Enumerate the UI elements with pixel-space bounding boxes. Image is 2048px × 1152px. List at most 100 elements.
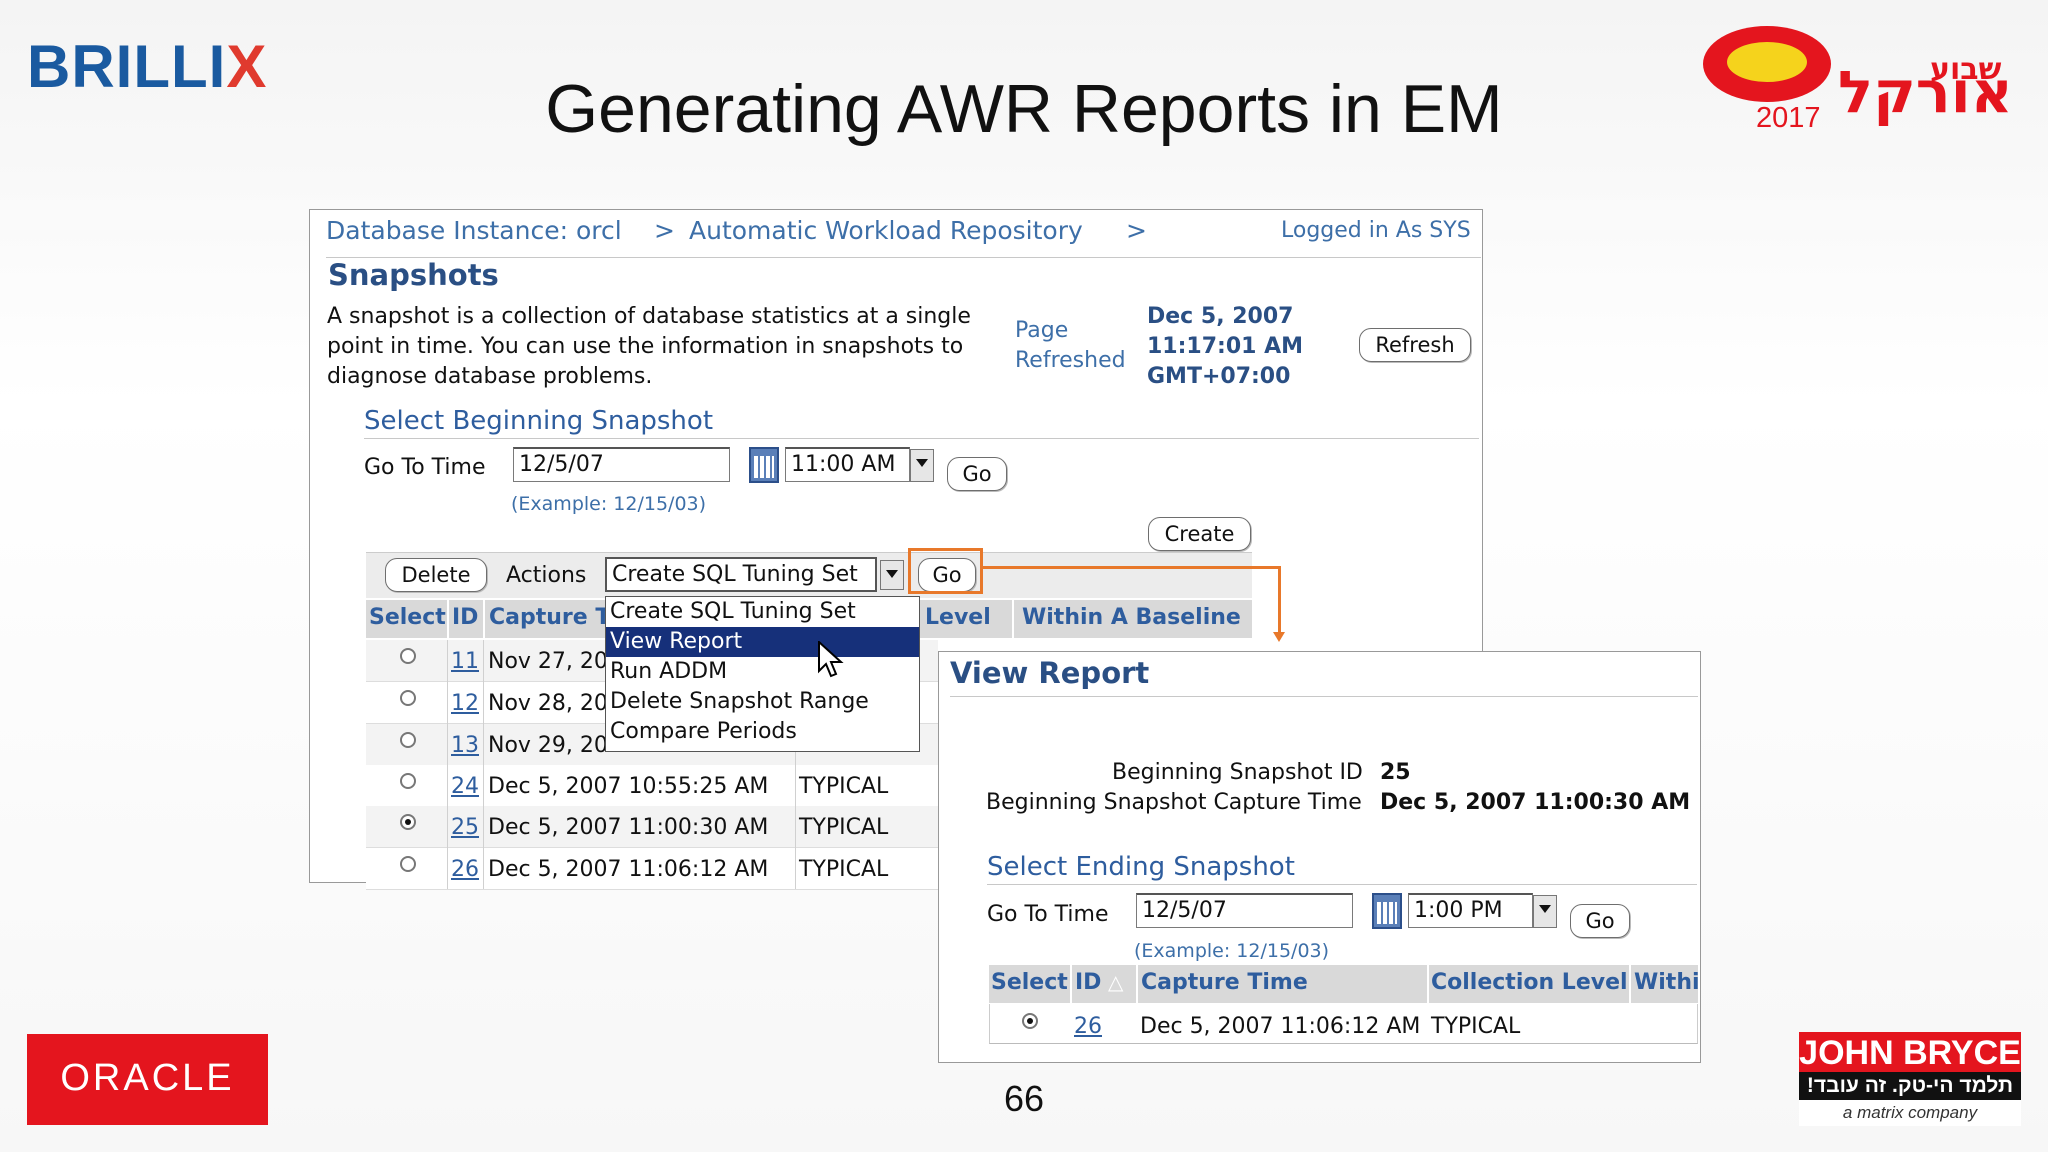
column-header: Select [991, 970, 1068, 995]
breadcrumb-database-instance[interactable]: Database Instance: orcl [326, 216, 622, 245]
calendar-icon[interactable] [1372, 893, 1402, 929]
column-header: Collection Level [1431, 970, 1628, 995]
description-line: point in time. You can use the informati… [327, 334, 964, 359]
snapshot-id-link[interactable]: 26 [1074, 1014, 1102, 1039]
divider [987, 884, 1697, 885]
refreshed-time: GMT+07:00 [1147, 364, 1291, 389]
capture-time: Dec 5, 2007 11:06:12 AM [1140, 1014, 1421, 1039]
column-separator [1136, 965, 1138, 1003]
mouse-cursor-icon [818, 641, 844, 678]
menu-item-run-addm[interactable]: Run ADDM [606, 657, 919, 687]
refreshed-time: 11:17:01 AM [1147, 334, 1304, 359]
slide-title: Generating AWR Reports in EM [545, 71, 1503, 147]
snapshot-id-link[interactable]: 11 [451, 649, 479, 674]
column-header: Level [925, 605, 991, 630]
column-header: Within A Baseline [1022, 605, 1241, 630]
column-header: Withi [1634, 970, 1700, 995]
collection-level: TYPICAL [799, 774, 889, 799]
time-select[interactable]: 11:00 AM [785, 447, 910, 482]
page-refreshed-label: Refreshed [1015, 348, 1126, 373]
column-separator [1012, 600, 1014, 638]
capture-time: Dec 5, 2007 11:00:30 AM [488, 815, 769, 840]
divider [950, 696, 1698, 697]
menu-item-create-sql-tuning-set[interactable]: Create SQL Tuning Set [606, 597, 919, 627]
snapshot-id-link[interactable]: 26 [451, 857, 479, 882]
capture-time: Nov 29, 20 [488, 733, 608, 758]
snapshot-id-link[interactable]: 25 [451, 815, 479, 840]
chevron-down-icon[interactable] [910, 449, 934, 482]
select-radio[interactable] [400, 690, 416, 706]
column-separator [1427, 965, 1429, 1003]
date-input[interactable]: 12/5/07 [513, 447, 730, 482]
chevron-down-icon[interactable] [880, 560, 904, 590]
logged-in-label: Logged in As SYS [1281, 218, 1471, 243]
menu-item-delete-snapshot-range[interactable]: Delete Snapshot Range [606, 687, 919, 717]
capture-time: Nov 27, 20 [488, 649, 608, 674]
column-separator [447, 600, 449, 638]
refreshed-time: Dec 5, 2007 [1147, 304, 1294, 329]
select-radio[interactable] [1022, 1013, 1038, 1029]
column-separator [483, 640, 484, 889]
select-radio[interactable] [400, 773, 416, 789]
begin-time-value: Dec 5, 2007 11:00:30 AM [1380, 790, 1691, 815]
section-title: Select Beginning Snapshot [364, 406, 714, 436]
arrow-down-icon [1273, 632, 1285, 642]
go-button[interactable]: Go [947, 457, 1007, 491]
breadcrumb-separator: > [1126, 216, 1147, 245]
column-separator [483, 600, 485, 638]
begin-time-label: Beginning Snapshot Capture Time [986, 790, 1362, 815]
refresh-button[interactable]: Refresh [1359, 328, 1471, 362]
description-line: diagnose database problems. [327, 364, 653, 389]
column-separator [1629, 965, 1631, 1003]
actions-label: Actions [506, 563, 587, 588]
column-separator [447, 640, 448, 889]
breadcrumb-separator: > [654, 216, 675, 245]
time-select[interactable]: 1:00 PM [1408, 893, 1533, 928]
highlight-box [908, 548, 983, 594]
collection-level: TYPICAL [1431, 1014, 1521, 1039]
collection-level: TYPICAL [799, 815, 889, 840]
select-radio[interactable] [400, 732, 416, 748]
select-radio[interactable] [400, 814, 416, 830]
section-title: Select Ending Snapshot [987, 852, 1295, 882]
example-hint: (Example: 12/15/03) [1134, 940, 1330, 962]
capture-time: Dec 5, 2007 11:06:12 AM [488, 857, 769, 882]
divider [364, 438, 1479, 439]
column-header: Capture T [489, 605, 611, 630]
go-button[interactable]: Go [1570, 904, 1630, 938]
actions-menu: Create SQL Tuning Set View Report Run AD… [605, 596, 920, 752]
snapshot-id-link[interactable]: 24 [451, 774, 479, 799]
actions-select[interactable]: Create SQL Tuning Set [605, 557, 877, 592]
page-number: 66 [1003, 1078, 1045, 1119]
chevron-down-icon[interactable] [1533, 895, 1557, 928]
connector-line [983, 566, 1281, 569]
example-hint: (Example: 12/15/03) [511, 493, 707, 515]
column-header: Capture Time [1141, 970, 1308, 995]
delete-button[interactable]: Delete [385, 558, 487, 592]
menu-item-view-report[interactable]: View Report [606, 627, 919, 657]
begin-id-label: Beginning Snapshot ID [1112, 760, 1363, 785]
column-header: ID [452, 605, 479, 630]
sort-ascending-icon[interactable]: △ [1108, 970, 1123, 994]
calendar-icon[interactable] [749, 447, 779, 483]
go-to-time-label: Go To Time [987, 902, 1109, 927]
column-header: Select [369, 605, 446, 630]
select-radio[interactable] [400, 856, 416, 872]
breadcrumb-awr[interactable]: Automatic Workload Repository [689, 216, 1083, 245]
collection-level: TYPICAL [799, 857, 889, 882]
page-refreshed-label: Page [1015, 318, 1069, 343]
capture-time: Nov 28, 20 [488, 691, 608, 716]
date-input[interactable]: 12/5/07 [1136, 893, 1353, 928]
create-button[interactable]: Create [1148, 517, 1251, 551]
description-line: A snapshot is a collection of database s… [327, 304, 971, 329]
select-radio[interactable] [400, 648, 416, 664]
divider [326, 257, 1481, 258]
capture-time: Dec 5, 2007 10:55:25 AM [488, 774, 769, 799]
snapshot-id-link[interactable]: 12 [451, 691, 479, 716]
begin-id-value: 25 [1380, 760, 1411, 785]
snapshot-id-link[interactable]: 13 [451, 733, 479, 758]
go-to-time-label: Go To Time [364, 455, 486, 480]
view-report-heading: View Report [950, 656, 1150, 690]
column-header[interactable]: ID [1075, 970, 1101, 995]
menu-item-compare-periods[interactable]: Compare Periods [606, 717, 919, 747]
